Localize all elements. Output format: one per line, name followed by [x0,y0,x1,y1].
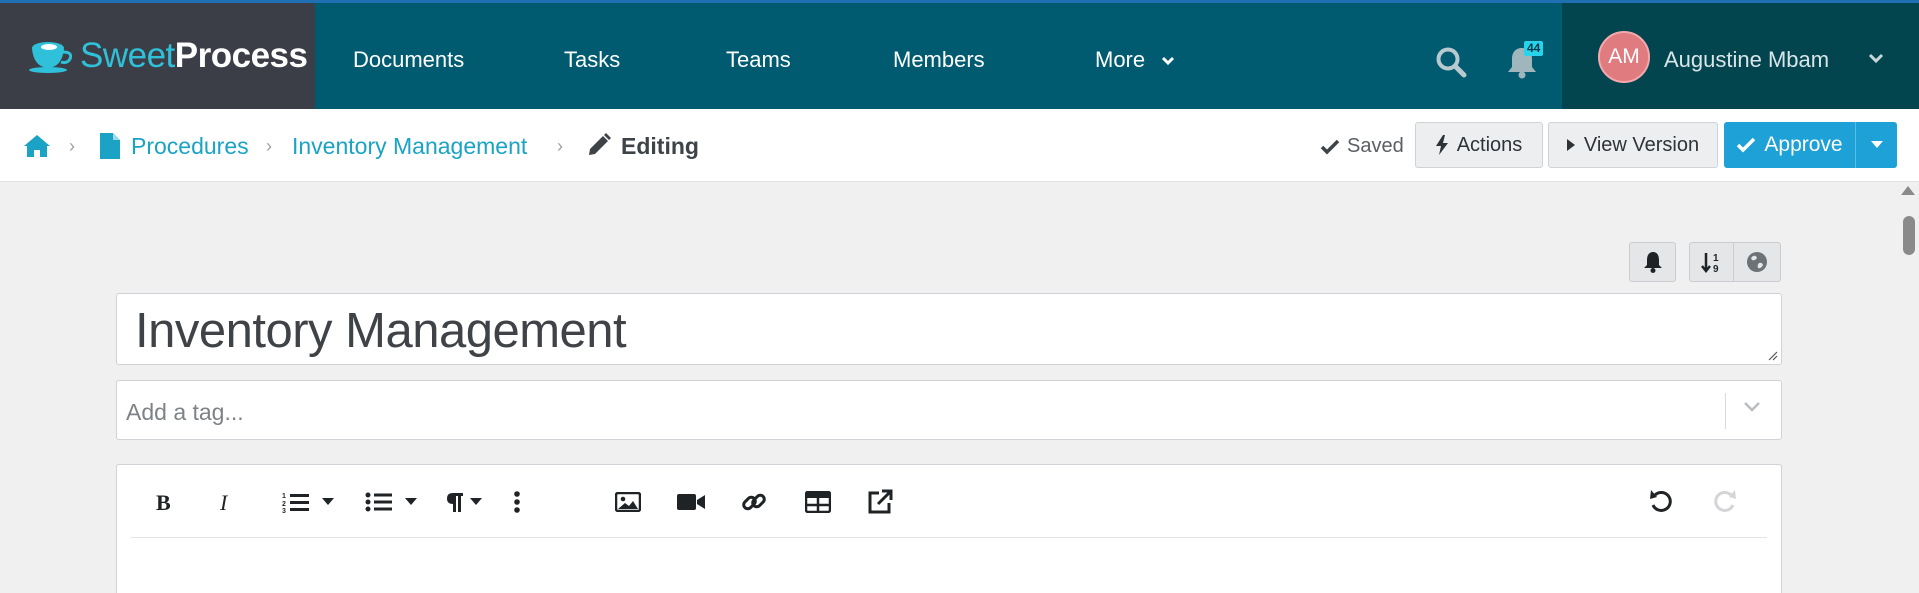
user-name: Augustine Mbam [1664,47,1830,72]
italic-button[interactable]: I [215,485,237,519]
scrollbar-up-arrow[interactable] [1901,186,1915,195]
notifications-toggle-button[interactable] [1629,242,1676,282]
home-icon[interactable] [23,133,51,159]
unordered-list-button[interactable] [361,485,421,519]
external-link-icon [868,489,893,514]
sort-numeric-icon: 1 9 [1700,253,1719,273]
nav-item-tasks[interactable]: Tasks [564,47,620,73]
actions-button[interactable]: Actions [1415,122,1543,168]
nav-item-more[interactable]: More [1095,47,1175,73]
caret-down-icon [1870,141,1883,148]
avatar: AM [1598,31,1650,83]
insert-table-button[interactable] [803,485,833,519]
public-visibility-button[interactable] [1733,242,1781,282]
bold-icon: B [156,491,171,513]
insert-video-button[interactable] [675,485,707,519]
bold-button[interactable]: B [151,485,177,519]
undo-button[interactable] [1647,485,1677,519]
tag-selector [116,380,1782,440]
ordered-list-button[interactable]: 1 2 3 [279,485,337,519]
link-icon [742,493,766,511]
svg-text:B: B [156,491,171,513]
actions-label: Actions [1456,133,1523,156]
nav-item-members[interactable]: Members [893,47,985,73]
breadcrumb-inventory-management[interactable]: Inventory Management [292,133,527,160]
nav-item-documents[interactable]: Documents [353,47,464,73]
rich-text-editor[interactable]: B I 1 2 3 [116,464,1782,593]
svg-text:I: I [219,491,229,513]
insert-link-button[interactable] [739,485,769,519]
breadcrumb-separator: › [266,136,272,156]
chevron-down-icon [1868,53,1884,64]
caret-right-icon [1566,139,1575,151]
undo-icon [1650,490,1672,512]
brand-name-part2: Process [174,36,308,75]
sort-numbered-button[interactable]: 1 9 [1689,242,1734,282]
table-icon [805,491,831,513]
teacup-logo-icon [29,42,73,73]
breadcrumb-bar: › Procedures › Inventory Management › Ed… [0,109,1919,182]
title-textarea[interactable]: Inventory Management [116,293,1782,365]
italic-icon: I [219,491,229,513]
paragraph-format-button[interactable] [441,485,487,519]
svg-text:1: 1 [282,493,286,500]
chevron-down-icon[interactable] [1743,401,1761,413]
notification-count-badge: 44 [1524,41,1544,56]
document-icon [100,133,120,159]
tag-input[interactable] [126,399,1626,426]
ordered-list-icon: 1 2 3 [282,493,309,513]
approve-split-button: Approve [1724,122,1897,168]
toolbar-divider [131,537,1767,538]
embed-external-button[interactable] [865,485,895,519]
redo-button[interactable] [1709,485,1739,519]
brand-logo[interactable]: SweetProcess [0,3,315,109]
breadcrumb-separator: › [557,136,563,156]
breadcrumb-procedures[interactable]: Procedures [131,133,249,160]
divider [1725,393,1726,429]
unordered-list-icon [365,492,392,512]
caret-down-icon [322,498,334,505]
image-icon [615,492,641,512]
resize-grip-icon[interactable] [1768,351,1778,361]
more-vertical-icon [514,491,520,513]
redo-icon [1714,490,1736,512]
approve-button[interactable]: Approve [1724,122,1855,168]
svg-text:2: 2 [282,501,286,508]
user-menu[interactable]: AM Augustine Mbam [1562,3,1919,109]
caret-down-icon [405,498,417,505]
brand-name: SweetProcess [80,36,308,76]
video-icon [677,494,705,510]
scrollbar-thumb[interactable] [1903,216,1915,255]
breadcrumb-separator: › [69,136,75,156]
check-icon [1737,137,1756,153]
saved-label: Saved [1347,135,1404,157]
breadcrumb-current: Editing [621,133,699,159]
svg-text:1: 1 [1713,253,1719,264]
svg-text:9: 9 [1713,264,1719,273]
brand-name-part1: Sweet [80,36,175,75]
insert-image-button[interactable] [613,485,643,519]
pencil-icon [589,133,611,155]
approve-label: Approve [1764,133,1843,156]
svg-text:3: 3 [282,508,286,513]
bell-icon [1643,252,1662,273]
search-icon[interactable] [1434,45,1468,79]
view-version-label: View Version [1583,133,1700,156]
procedure-title: Inventory Management [135,304,627,358]
saved-status: Saved [1320,135,1404,158]
top-navigation-bar: SweetProcess Documents Tasks Teams Membe… [0,0,1919,109]
caret-down-icon [470,498,482,505]
nav-item-more-label: More [1095,47,1146,72]
nav-item-teams[interactable]: Teams [726,47,791,73]
check-icon [1320,139,1340,154]
lightning-bolt-icon [1435,135,1448,155]
chevron-down-icon [1162,57,1175,66]
globe-icon [1747,252,1767,272]
approve-dropdown-toggle[interactable] [1855,122,1897,168]
paragraph-icon [447,493,463,512]
more-options-button[interactable] [509,485,525,519]
view-version-button[interactable]: View Version [1548,122,1718,168]
